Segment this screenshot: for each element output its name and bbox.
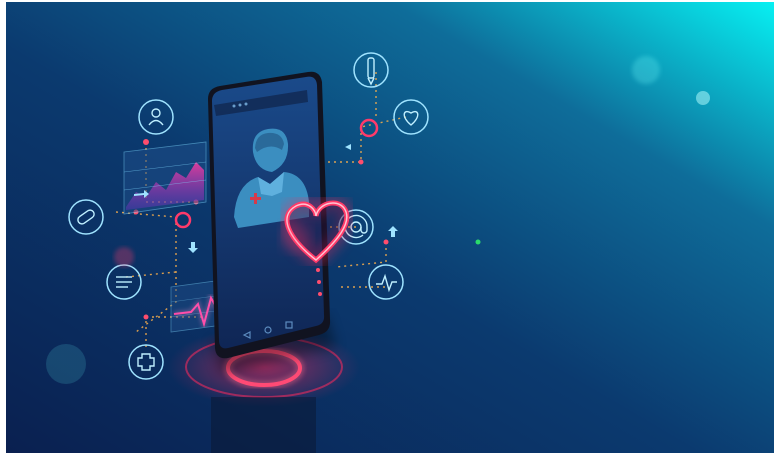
bokeh-light [46, 344, 86, 384]
bokeh-light [475, 239, 481, 245]
illustration-frame [6, 2, 774, 453]
bokeh-light [632, 56, 660, 84]
bokeh-light [114, 247, 134, 267]
bokeh-light [280, 221, 312, 253]
reflection [211, 397, 316, 453]
telemedicine-illustration [6, 2, 774, 453]
trend-chart-panel [123, 141, 207, 215]
bokeh-light [696, 91, 710, 105]
